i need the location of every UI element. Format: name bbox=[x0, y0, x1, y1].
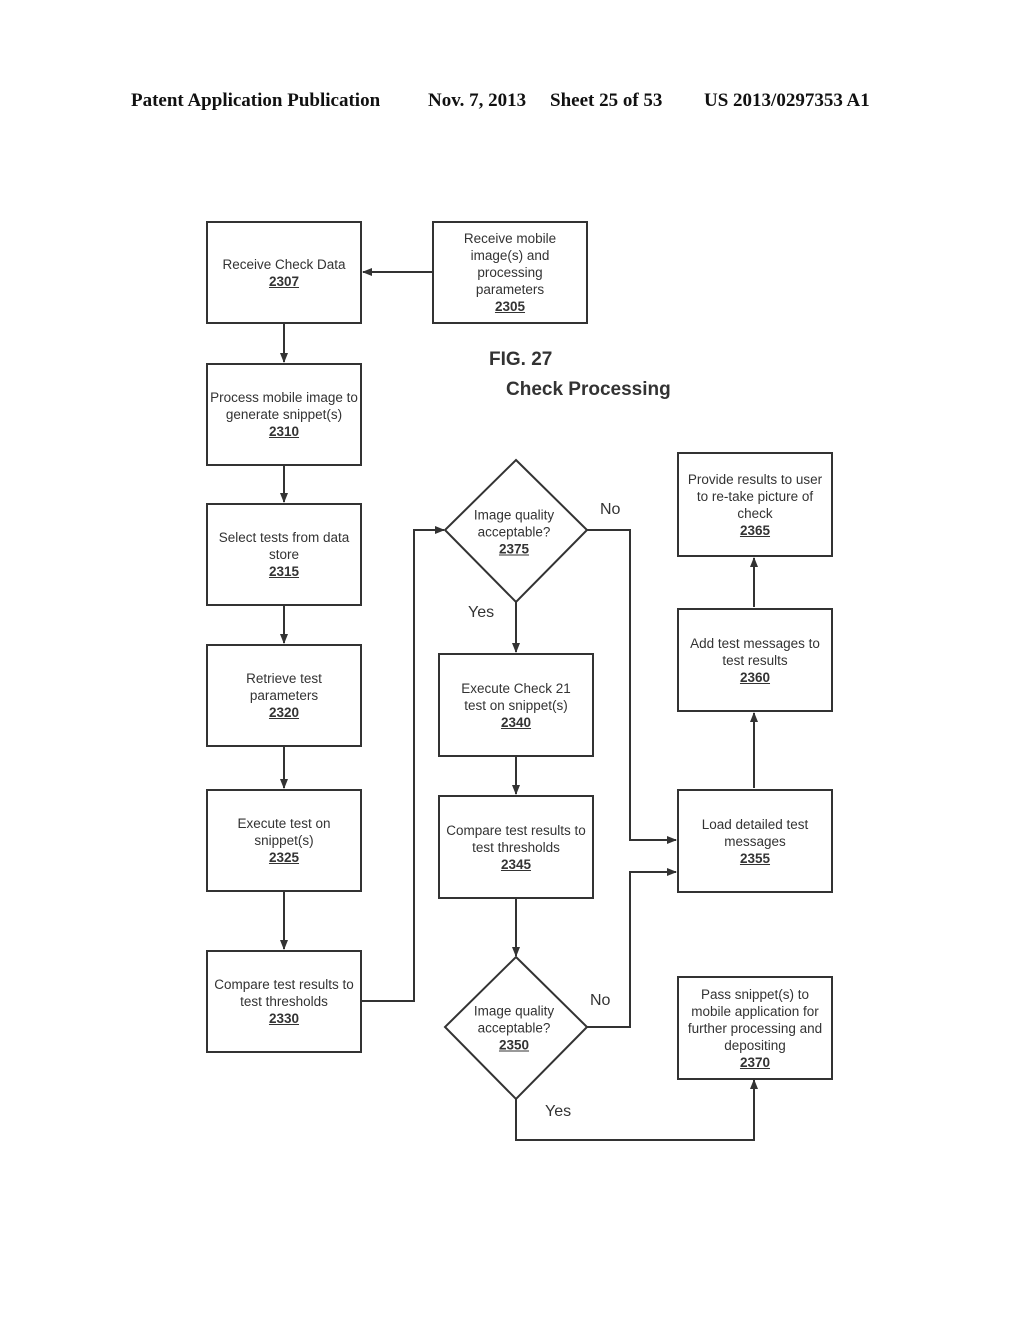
node-ref: 2370 bbox=[739, 1054, 771, 1070]
process-box-2370: Pass snippet(s) to mobile application fo… bbox=[677, 976, 833, 1080]
node-text: Pass snippet(s) to mobile application fo… bbox=[687, 986, 823, 1053]
process-box-2340: Execute Check 21 test on snippet(s) 2340 bbox=[438, 653, 594, 757]
process-box-2307: Receive Check Data 2307 bbox=[206, 221, 362, 324]
arrow-2330-to-2375 bbox=[362, 526, 445, 1002]
node-ref: 2375 bbox=[498, 541, 530, 557]
node-ref: 2307 bbox=[268, 273, 300, 289]
node-text: Provide results to user to re-take pictu… bbox=[687, 471, 823, 521]
node-text: Select tests from data store bbox=[218, 530, 350, 562]
arrow-2375-no-to-2355 bbox=[587, 529, 677, 844]
decision-text-2350: Image quality acceptable? 2350 bbox=[469, 1003, 559, 1054]
edge-label-no-2350: No bbox=[590, 992, 611, 1009]
node-text: Compare test results to test thresholds bbox=[446, 822, 586, 855]
process-box-2305: Receive mobile image(s) and processing p… bbox=[432, 221, 588, 324]
node-ref: 2365 bbox=[739, 522, 771, 538]
node-text: Process mobile image to generate snippet… bbox=[210, 390, 358, 422]
edge-label-no-2375: No bbox=[600, 501, 621, 518]
process-box-2355: Load detailed test messages 2355 bbox=[677, 789, 833, 893]
node-ref: 2315 bbox=[268, 564, 300, 579]
node-ref: 2320 bbox=[268, 705, 300, 720]
node-text: Retrieve test parameters bbox=[246, 671, 322, 703]
process-box-2365: Provide results to user to re-take pictu… bbox=[677, 452, 833, 557]
node-ref: 2310 bbox=[268, 424, 300, 439]
process-box-2325: Execute test on snippet(s) 2325 bbox=[206, 789, 362, 892]
node-ref: 2355 bbox=[739, 850, 771, 866]
node-ref: 2345 bbox=[500, 856, 532, 872]
node-text: Compare test results to test thresholds bbox=[214, 977, 354, 1009]
process-box-2320: Retrieve test parameters 2320 bbox=[206, 644, 362, 747]
process-box-2345: Compare test results to test thresholds … bbox=[438, 795, 594, 899]
node-ref: 2360 bbox=[739, 669, 771, 685]
node-text: Add test messages to test results bbox=[690, 635, 820, 668]
node-text: Receive mobile image(s) and processing p… bbox=[463, 231, 557, 297]
process-box-2360: Add test messages to test results 2360 bbox=[677, 608, 833, 712]
node-text: Execute test on snippet(s) bbox=[237, 816, 331, 848]
edge-label-yes-2350: Yes bbox=[545, 1103, 572, 1120]
process-box-2315: Select tests from data store 2315 bbox=[206, 503, 362, 606]
node-ref: 2325 bbox=[268, 850, 300, 865]
node-ref: 2330 bbox=[268, 1011, 300, 1026]
node-ref: 2340 bbox=[500, 714, 532, 730]
process-box-2330: Compare test results to test thresholds … bbox=[206, 950, 362, 1053]
node-text: Image quality acceptable? bbox=[473, 507, 555, 540]
edge-label-yes-2375: Yes bbox=[468, 604, 495, 621]
node-text: Execute Check 21 test on snippet(s) bbox=[461, 680, 571, 713]
node-ref: 2305 bbox=[494, 299, 526, 314]
node-ref: 2350 bbox=[498, 1037, 530, 1053]
process-box-2310: Process mobile image to generate snippet… bbox=[206, 363, 362, 466]
node-text: Image quality acceptable? bbox=[473, 1003, 555, 1036]
decision-text-2375: Image quality acceptable? 2375 bbox=[469, 507, 559, 558]
node-text: Receive Check Data bbox=[222, 256, 346, 272]
node-text: Load detailed test messages bbox=[701, 816, 809, 849]
